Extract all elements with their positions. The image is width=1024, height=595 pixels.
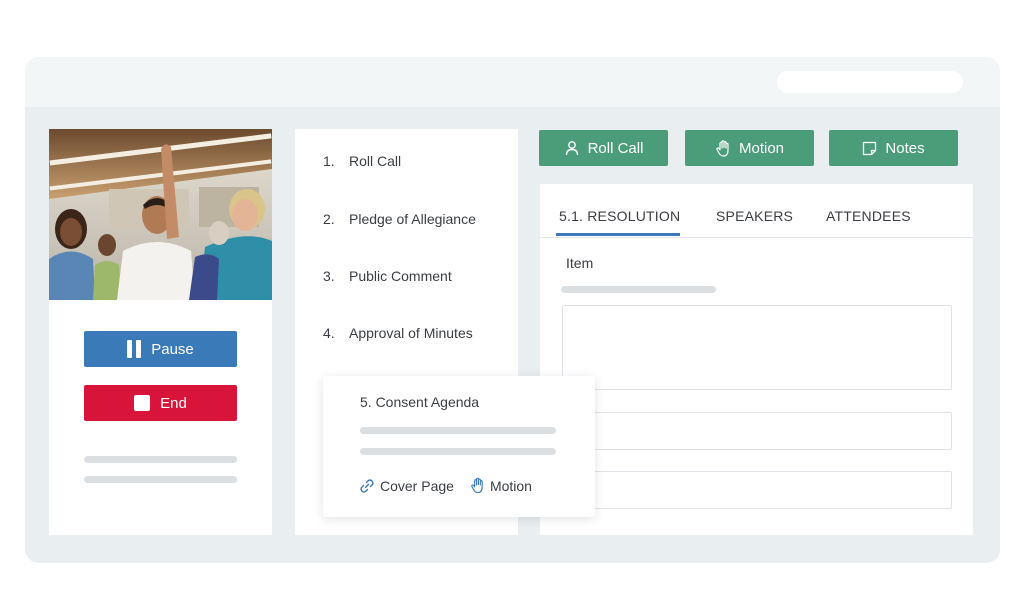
top-bar (25, 57, 1000, 107)
person-icon (565, 141, 578, 156)
stop-icon (134, 395, 151, 411)
agenda-item-label: Approval of Minutes (349, 325, 473, 341)
pause-icon (127, 340, 142, 358)
motion-label: Motion (738, 139, 785, 157)
notes-button[interactable]: Notes (829, 130, 958, 166)
agenda-item-number: 1. (323, 153, 335, 169)
roll-call-label: Roll Call (587, 139, 644, 157)
item-label: Item (566, 255, 594, 271)
item-textarea[interactable] (562, 305, 952, 390)
tab-attendees[interactable]: ATTENDEES (826, 208, 911, 224)
agenda-item-label: Public Comment (349, 268, 452, 284)
item-field[interactable] (562, 412, 952, 450)
agenda-item-number: 2. (323, 211, 335, 227)
consent-agenda-title: 5. Consent Agenda (360, 394, 480, 410)
consent-agenda-card[interactable]: 5. Consent Agenda Cover Page Motion (323, 376, 595, 517)
raised-hand-icon (471, 477, 483, 494)
tab-divider (540, 237, 973, 238)
tab-resolution[interactable]: 5.1. RESOLUTION (559, 208, 680, 224)
placeholder-line (84, 456, 237, 463)
tab-speakers[interactable]: SPEAKERS (716, 208, 793, 224)
consent-agenda-links: Cover Page Motion (359, 477, 532, 494)
consent-motion-label: Motion (489, 477, 532, 494)
consent-motion-link[interactable]: Motion (470, 477, 532, 494)
placeholder-line (561, 286, 716, 293)
item-field[interactable] (562, 471, 952, 509)
agenda-item-label: Roll Call (349, 153, 402, 169)
pause-label: Pause (151, 340, 194, 358)
meeting-control-panel: Pause End (49, 129, 272, 535)
pause-button[interactable]: Pause (84, 331, 237, 367)
agenda-item-approval-of-minutes[interactable]: 4. Approval of Minutes (323, 325, 473, 341)
agenda-item-public-comment[interactable]: 3. Public Comment (323, 268, 452, 284)
roll-call-button[interactable]: Roll Call (539, 130, 668, 166)
active-tab-indicator (556, 233, 680, 236)
meeting-video-feed (49, 129, 272, 300)
agenda-item-number: 4. (323, 325, 335, 341)
cover-page-link[interactable]: Cover Page (359, 477, 454, 494)
raised-hand-icon (716, 139, 729, 157)
item-detail-panel: 5.1. RESOLUTION SPEAKERS ATTENDEES Item (540, 184, 973, 535)
search-bar[interactable] (777, 71, 963, 93)
agenda-item-number: 3. (323, 268, 335, 284)
notes-label: Notes (885, 139, 925, 157)
end-label: End (160, 394, 187, 412)
agenda-item-label: Pledge of Allegiance (349, 211, 476, 227)
placeholder-line (84, 476, 237, 483)
agenda-item-pledge[interactable]: 2. Pledge of Allegiance (323, 211, 476, 227)
placeholder-line (360, 448, 556, 455)
end-button[interactable]: End (84, 385, 237, 421)
note-icon (863, 141, 877, 155)
placeholder-line (360, 427, 556, 434)
agenda-item-roll-call[interactable]: 1. Roll Call (323, 153, 401, 169)
motion-button[interactable]: Motion (685, 130, 814, 166)
link-icon (360, 478, 374, 493)
cover-page-label: Cover Page (380, 477, 454, 494)
